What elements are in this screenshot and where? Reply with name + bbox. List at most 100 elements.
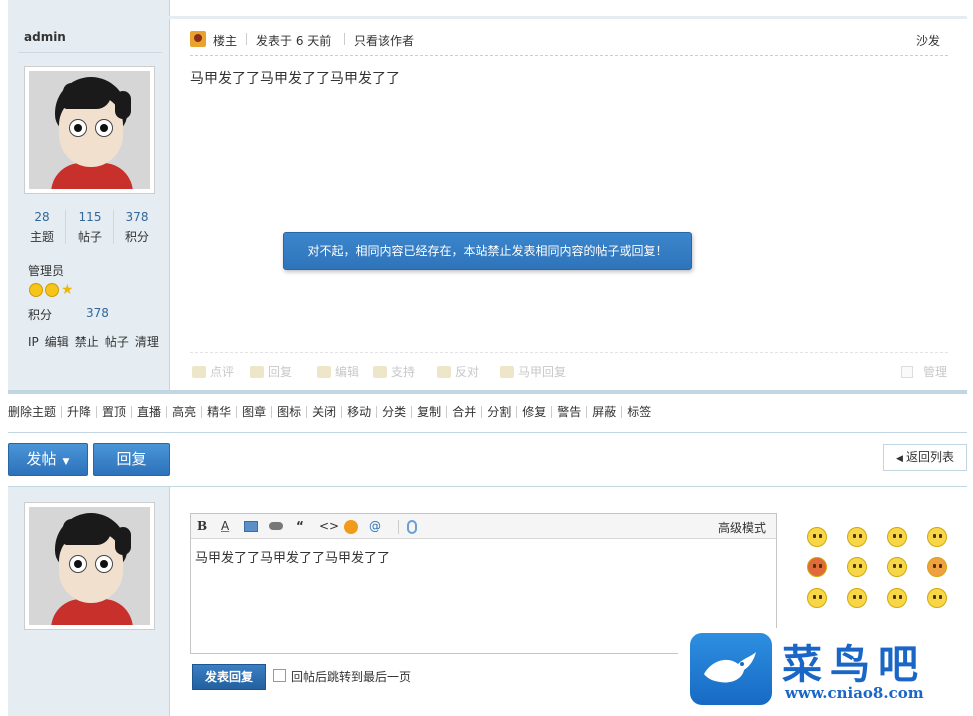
new-post-button[interactable]: 发帖 ▼ <box>8 443 88 476</box>
tongue-emoticon-icon[interactable] <box>847 588 867 608</box>
mention-icon[interactable]: @ <box>369 519 381 533</box>
oppose-action[interactable]: 反对 <box>437 363 479 380</box>
stat-value: 28 <box>34 210 50 224</box>
stat-value: 378 <box>125 210 149 224</box>
attachment-icon[interactable] <box>407 520 417 534</box>
mod-bump[interactable]: 升降 <box>61 406 96 418</box>
admin-link-clean[interactable]: 清理 <box>135 335 159 349</box>
editor-content[interactable]: 马甲发了了马甲发了了马甲发了了 <box>195 547 390 566</box>
stat-posts[interactable]: 115 帖子 <box>66 210 114 245</box>
jump-last-page-checkbox[interactable] <box>273 669 286 682</box>
sad-emoticon-icon[interactable] <box>847 527 867 547</box>
caret-left-icon: ◀ <box>896 454 903 464</box>
thumb-down-icon <box>437 365 451 378</box>
grin-emoticon-icon[interactable] <box>887 527 907 547</box>
host-label: 楼主 <box>213 34 238 48</box>
shock-emoticon-icon[interactable] <box>847 557 867 577</box>
mod-block[interactable]: 屏蔽 <box>586 406 621 418</box>
smiley-medal-icon <box>45 283 59 297</box>
reply-action[interactable]: 回复 <box>250 363 292 380</box>
link-icon[interactable] <box>269 522 283 530</box>
author-name[interactable]: admin <box>24 30 66 44</box>
divider <box>190 352 948 353</box>
mod-stamp[interactable]: 图章 <box>236 406 271 418</box>
only-author-link[interactable]: 只看该作者 <box>354 32 414 49</box>
admin-link-ban[interactable]: 禁止 <box>75 335 99 349</box>
previous-post-actions <box>171 0 967 17</box>
laugh-emoticon-icon[interactable] <box>807 588 827 608</box>
mod-tag[interactable]: 标签 <box>621 406 656 418</box>
advanced-mode-link[interactable]: 高级模式 <box>718 519 766 536</box>
love-emoticon-icon[interactable] <box>927 557 947 577</box>
post-time: 发表于 6 天前 <box>256 34 332 48</box>
angry-emoticon-icon[interactable] <box>807 557 827 577</box>
mod-copy[interactable]: 复制 <box>411 406 446 418</box>
author-avatar[interactable] <box>24 66 155 194</box>
mod-icon[interactable]: 图标 <box>271 406 306 418</box>
editor-toolbar: B A “ <> @ 高级模式 <box>191 514 776 539</box>
big-grin-emoticon-icon[interactable] <box>927 588 947 608</box>
back-to-list-button[interactable]: ◀ 返回列表 <box>883 444 967 471</box>
edit-icon <box>317 365 331 378</box>
mod-digest[interactable]: 精华 <box>201 406 236 418</box>
mod-move[interactable]: 移动 <box>341 406 376 418</box>
divider <box>398 520 399 534</box>
font-color-icon[interactable]: A <box>221 519 229 533</box>
moderator-toolbar: 删除主题 升降 置顶 直播 高亮 精华 图章 图标 关闭 移动 分类 复制 合并… <box>8 406 656 418</box>
image-icon[interactable] <box>244 521 258 532</box>
floor-number[interactable]: 沙发 <box>916 32 940 49</box>
smile-emoticon-icon[interactable] <box>807 527 827 547</box>
quote-icon[interactable]: “ <box>296 519 304 533</box>
emoticon-icon[interactable] <box>344 520 358 534</box>
score-label: 积分 <box>28 308 53 322</box>
previous-post-sidebar <box>8 0 170 17</box>
mod-split[interactable]: 分割 <box>481 406 516 418</box>
bold-icon[interactable]: B <box>197 519 207 533</box>
current-user-avatar[interactable] <box>24 502 155 630</box>
admin-link-edit[interactable]: 编辑 <box>45 335 69 349</box>
code-icon[interactable]: <> <box>319 519 339 533</box>
mod-repair[interactable]: 修复 <box>516 406 551 418</box>
comment-action[interactable]: 点评 <box>192 363 234 380</box>
manage-action[interactable]: 管理 <box>901 363 947 380</box>
stat-label: 帖子 <box>77 230 102 244</box>
user-medals: ★ <box>29 283 74 297</box>
submit-reply-button[interactable]: 发表回复 <box>192 664 266 690</box>
reply-icon <box>500 365 514 378</box>
edit-action[interactable]: 编辑 <box>317 363 359 380</box>
star-icon: ★ <box>61 282 74 298</box>
error-popup: 对不起，相同内容已经存在，本站禁止发表相同内容的帖子或回复！ <box>283 232 692 270</box>
mod-category[interactable]: 分类 <box>376 406 411 418</box>
mod-highlight[interactable]: 高亮 <box>166 406 201 418</box>
support-action[interactable]: 支持 <box>373 363 415 380</box>
stat-value: 115 <box>78 210 102 224</box>
cry-emoticon-icon[interactable] <box>927 527 947 547</box>
stat-threads[interactable]: 28 主题 <box>18 210 66 245</box>
smiley-medal-icon <box>29 283 43 297</box>
thumb-up-icon <box>373 365 387 378</box>
caret-down-icon: ▼ <box>62 457 70 467</box>
admin-link-ip[interactable]: IP <box>28 335 39 349</box>
mod-warn[interactable]: 警告 <box>551 406 586 418</box>
mod-stick[interactable]: 置顶 <box>96 406 131 418</box>
vest-reply-action[interactable]: 马甲回复 <box>500 363 566 380</box>
avatar <box>29 507 150 625</box>
watermark-url: www.cniao8.com <box>785 684 924 702</box>
manage-checkbox[interactable] <box>901 365 913 378</box>
happy-emoticon-icon[interactable] <box>887 557 907 577</box>
post-meta-bar: 楼主 发表于 6 天前 只看该作者 沙发 <box>190 30 948 56</box>
thread-page: admin 28 主题 115 帖子 378 积分 管理员 ★ 积分 378 I… <box>0 0 973 716</box>
post-body: 马甲发了了马甲发了了马甲发了了 <box>190 71 400 87</box>
mod-delete-thread[interactable]: 删除主题 <box>8 406 61 418</box>
reply-button[interactable]: 回复 <box>93 443 170 476</box>
mod-live[interactable]: 直播 <box>131 406 166 418</box>
score-value: 378 <box>86 306 109 320</box>
mod-close[interactable]: 关闭 <box>306 406 341 418</box>
mod-merge[interactable]: 合并 <box>446 406 481 418</box>
jump-last-page-label[interactable]: 回帖后跳转到最后一页 <box>291 668 411 685</box>
admin-link-posts[interactable]: 帖子 <box>105 335 129 349</box>
user-role[interactable]: 管理员 <box>28 262 64 279</box>
stat-credits[interactable]: 378 积分 <box>113 210 161 245</box>
reply-icon <box>250 365 264 378</box>
giggle-emoticon-icon[interactable] <box>887 588 907 608</box>
